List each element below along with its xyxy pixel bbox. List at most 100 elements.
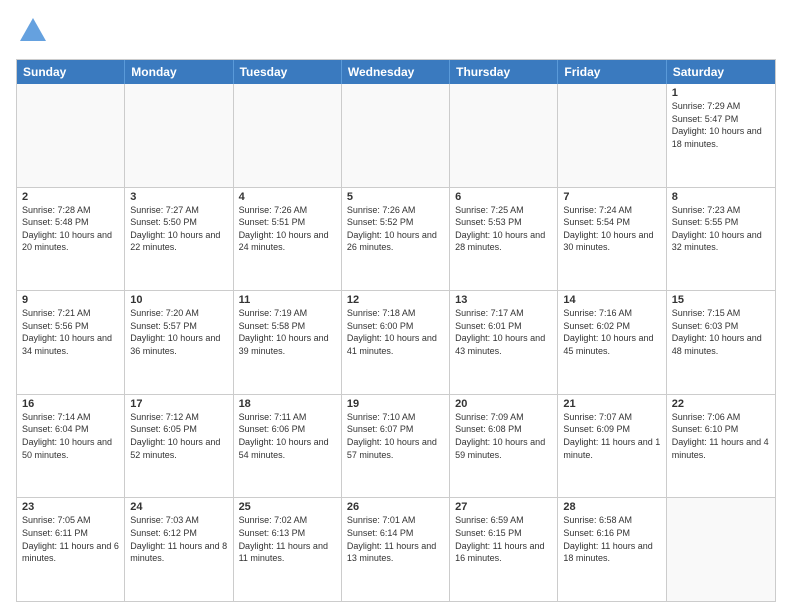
day-number: 19 <box>347 398 444 410</box>
day-info: Sunrise: 7:06 AM Sunset: 6:10 PM Dayligh… <box>672 411 770 461</box>
day-number: 12 <box>347 294 444 306</box>
day-number: 13 <box>455 294 552 306</box>
day-info: Sunrise: 7:10 AM Sunset: 6:07 PM Dayligh… <box>347 411 444 461</box>
calendar-cell <box>450 84 558 187</box>
calendar-cell: 2Sunrise: 7:28 AM Sunset: 5:48 PM Daylig… <box>17 188 125 291</box>
day-number: 14 <box>563 294 660 306</box>
calendar-cell: 12Sunrise: 7:18 AM Sunset: 6:00 PM Dayli… <box>342 291 450 394</box>
calendar-cell: 15Sunrise: 7:15 AM Sunset: 6:03 PM Dayli… <box>667 291 775 394</box>
calendar-cell: 23Sunrise: 7:05 AM Sunset: 6:11 PM Dayli… <box>17 498 125 601</box>
day-number: 26 <box>347 501 444 513</box>
calendar-header: SundayMondayTuesdayWednesdayThursdayFrid… <box>17 60 775 84</box>
calendar-cell: 11Sunrise: 7:19 AM Sunset: 5:58 PM Dayli… <box>234 291 342 394</box>
calendar-cell: 18Sunrise: 7:11 AM Sunset: 6:06 PM Dayli… <box>234 395 342 498</box>
day-number: 17 <box>130 398 227 410</box>
day-number: 1 <box>672 87 770 99</box>
day-info: Sunrise: 7:14 AM Sunset: 6:04 PM Dayligh… <box>22 411 119 461</box>
day-number: 5 <box>347 191 444 203</box>
day-number: 8 <box>672 191 770 203</box>
day-number: 10 <box>130 294 227 306</box>
day-number: 25 <box>239 501 336 513</box>
calendar-cell: 5Sunrise: 7:26 AM Sunset: 5:52 PM Daylig… <box>342 188 450 291</box>
day-number: 21 <box>563 398 660 410</box>
day-info: Sunrise: 7:26 AM Sunset: 5:51 PM Dayligh… <box>239 204 336 254</box>
calendar-cell <box>125 84 233 187</box>
calendar-week-row: 9Sunrise: 7:21 AM Sunset: 5:56 PM Daylig… <box>17 291 775 395</box>
weekday-header: Tuesday <box>234 60 342 84</box>
day-info: Sunrise: 7:12 AM Sunset: 6:05 PM Dayligh… <box>130 411 227 461</box>
calendar-cell <box>342 84 450 187</box>
day-info: Sunrise: 7:18 AM Sunset: 6:00 PM Dayligh… <box>347 307 444 357</box>
calendar-cell: 28Sunrise: 6:58 AM Sunset: 6:16 PM Dayli… <box>558 498 666 601</box>
day-info: Sunrise: 7:25 AM Sunset: 5:53 PM Dayligh… <box>455 204 552 254</box>
calendar-cell <box>17 84 125 187</box>
day-info: Sunrise: 7:07 AM Sunset: 6:09 PM Dayligh… <box>563 411 660 461</box>
calendar-week-row: 23Sunrise: 7:05 AM Sunset: 6:11 PM Dayli… <box>17 498 775 601</box>
day-number: 2 <box>22 191 119 203</box>
calendar-body: 1Sunrise: 7:29 AM Sunset: 5:47 PM Daylig… <box>17 84 775 601</box>
day-info: Sunrise: 7:23 AM Sunset: 5:55 PM Dayligh… <box>672 204 770 254</box>
weekday-header: Wednesday <box>342 60 450 84</box>
weekday-header: Sunday <box>17 60 125 84</box>
calendar-cell: 22Sunrise: 7:06 AM Sunset: 6:10 PM Dayli… <box>667 395 775 498</box>
day-number: 18 <box>239 398 336 410</box>
day-number: 16 <box>22 398 119 410</box>
day-number: 6 <box>455 191 552 203</box>
weekday-header: Saturday <box>667 60 775 84</box>
weekday-header: Friday <box>558 60 666 84</box>
day-info: Sunrise: 6:58 AM Sunset: 6:16 PM Dayligh… <box>563 514 660 564</box>
day-info: Sunrise: 7:21 AM Sunset: 5:56 PM Dayligh… <box>22 307 119 357</box>
calendar-cell: 7Sunrise: 7:24 AM Sunset: 5:54 PM Daylig… <box>558 188 666 291</box>
day-number: 24 <box>130 501 227 513</box>
calendar-cell: 19Sunrise: 7:10 AM Sunset: 6:07 PM Dayli… <box>342 395 450 498</box>
day-info: Sunrise: 7:17 AM Sunset: 6:01 PM Dayligh… <box>455 307 552 357</box>
calendar-cell: 14Sunrise: 7:16 AM Sunset: 6:02 PM Dayli… <box>558 291 666 394</box>
calendar-cell: 4Sunrise: 7:26 AM Sunset: 5:51 PM Daylig… <box>234 188 342 291</box>
day-info: Sunrise: 6:59 AM Sunset: 6:15 PM Dayligh… <box>455 514 552 564</box>
calendar-cell: 26Sunrise: 7:01 AM Sunset: 6:14 PM Dayli… <box>342 498 450 601</box>
day-info: Sunrise: 7:29 AM Sunset: 5:47 PM Dayligh… <box>672 100 770 150</box>
day-number: 11 <box>239 294 336 306</box>
day-number: 22 <box>672 398 770 410</box>
day-info: Sunrise: 7:24 AM Sunset: 5:54 PM Dayligh… <box>563 204 660 254</box>
weekday-header: Monday <box>125 60 233 84</box>
day-info: Sunrise: 7:28 AM Sunset: 5:48 PM Dayligh… <box>22 204 119 254</box>
day-number: 20 <box>455 398 552 410</box>
day-info: Sunrise: 7:16 AM Sunset: 6:02 PM Dayligh… <box>563 307 660 357</box>
day-info: Sunrise: 7:11 AM Sunset: 6:06 PM Dayligh… <box>239 411 336 461</box>
calendar-cell: 24Sunrise: 7:03 AM Sunset: 6:12 PM Dayli… <box>125 498 233 601</box>
day-number: 27 <box>455 501 552 513</box>
day-info: Sunrise: 7:02 AM Sunset: 6:13 PM Dayligh… <box>239 514 336 564</box>
calendar-cell: 17Sunrise: 7:12 AM Sunset: 6:05 PM Dayli… <box>125 395 233 498</box>
weekday-header: Thursday <box>450 60 558 84</box>
day-info: Sunrise: 7:09 AM Sunset: 6:08 PM Dayligh… <box>455 411 552 461</box>
calendar-cell: 20Sunrise: 7:09 AM Sunset: 6:08 PM Dayli… <box>450 395 558 498</box>
calendar-week-row: 1Sunrise: 7:29 AM Sunset: 5:47 PM Daylig… <box>17 84 775 188</box>
calendar-week-row: 16Sunrise: 7:14 AM Sunset: 6:04 PM Dayli… <box>17 395 775 499</box>
calendar-cell: 10Sunrise: 7:20 AM Sunset: 5:57 PM Dayli… <box>125 291 233 394</box>
calendar-cell: 9Sunrise: 7:21 AM Sunset: 5:56 PM Daylig… <box>17 291 125 394</box>
calendar-cell: 13Sunrise: 7:17 AM Sunset: 6:01 PM Dayli… <box>450 291 558 394</box>
day-number: 28 <box>563 501 660 513</box>
day-number: 23 <box>22 501 119 513</box>
calendar-cell: 16Sunrise: 7:14 AM Sunset: 6:04 PM Dayli… <box>17 395 125 498</box>
page: SundayMondayTuesdayWednesdayThursdayFrid… <box>0 0 792 612</box>
day-number: 3 <box>130 191 227 203</box>
day-info: Sunrise: 7:03 AM Sunset: 6:12 PM Dayligh… <box>130 514 227 564</box>
day-number: 7 <box>563 191 660 203</box>
calendar-cell: 6Sunrise: 7:25 AM Sunset: 5:53 PM Daylig… <box>450 188 558 291</box>
calendar-cell: 3Sunrise: 7:27 AM Sunset: 5:50 PM Daylig… <box>125 188 233 291</box>
day-info: Sunrise: 7:27 AM Sunset: 5:50 PM Dayligh… <box>130 204 227 254</box>
day-info: Sunrise: 7:20 AM Sunset: 5:57 PM Dayligh… <box>130 307 227 357</box>
day-info: Sunrise: 7:01 AM Sunset: 6:14 PM Dayligh… <box>347 514 444 564</box>
calendar-cell: 27Sunrise: 6:59 AM Sunset: 6:15 PM Dayli… <box>450 498 558 601</box>
calendar-cell: 25Sunrise: 7:02 AM Sunset: 6:13 PM Dayli… <box>234 498 342 601</box>
calendar-cell: 8Sunrise: 7:23 AM Sunset: 5:55 PM Daylig… <box>667 188 775 291</box>
day-info: Sunrise: 7:15 AM Sunset: 6:03 PM Dayligh… <box>672 307 770 357</box>
calendar-cell <box>667 498 775 601</box>
day-info: Sunrise: 7:19 AM Sunset: 5:58 PM Dayligh… <box>239 307 336 357</box>
day-number: 9 <box>22 294 119 306</box>
day-number: 4 <box>239 191 336 203</box>
calendar-week-row: 2Sunrise: 7:28 AM Sunset: 5:48 PM Daylig… <box>17 188 775 292</box>
calendar: SundayMondayTuesdayWednesdayThursdayFrid… <box>16 59 776 602</box>
